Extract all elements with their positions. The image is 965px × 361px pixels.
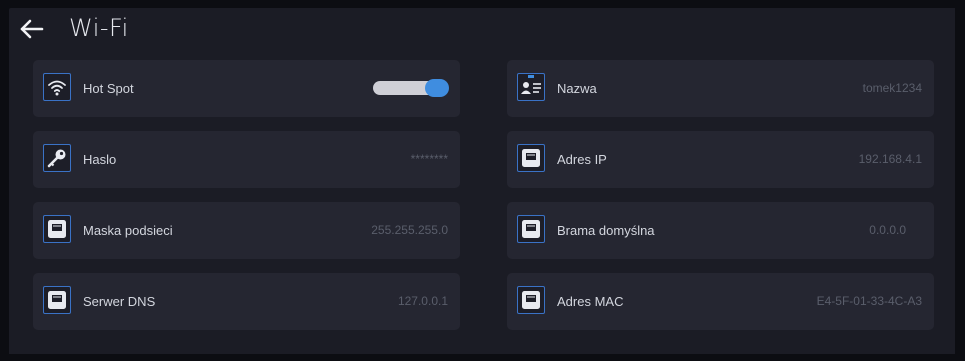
back-arrow-icon[interactable] bbox=[19, 16, 45, 42]
adres-mac-value: E4-5F-01-33-4C-A3 bbox=[816, 294, 922, 308]
hotspot-label: Hot Spot bbox=[83, 81, 134, 96]
nazwa-setting[interactable]: Nazwa tomek1234 bbox=[507, 60, 934, 117]
adres-mac-label: Adres MAC bbox=[557, 294, 624, 309]
serwer-dns-setting[interactable]: Serwer DNS 127.0.0.1 bbox=[33, 273, 460, 330]
maska-podsieci-label: Maska podsieci bbox=[83, 223, 173, 238]
adres-ip-label: Adres IP bbox=[557, 152, 607, 167]
key-icon bbox=[43, 144, 71, 172]
haslo-label: Haslo bbox=[83, 152, 117, 167]
nazwa-label: Nazwa bbox=[557, 81, 597, 96]
adres-ip-setting[interactable]: Adres IP 192.168.4.1 bbox=[507, 131, 934, 188]
ethernet-port-icon bbox=[517, 286, 545, 314]
serwer-dns-value: 127.0.0.1 bbox=[397, 294, 448, 308]
hotspot-setting[interactable]: Hot Spot bbox=[33, 60, 460, 117]
nazwa-value: tomek1234 bbox=[862, 81, 922, 95]
adres-mac-setting[interactable]: Adres MAC E4-5F-01-33-4C-A3 bbox=[507, 273, 934, 330]
ethernet-port-icon bbox=[43, 215, 71, 243]
ethernet-port-icon bbox=[43, 286, 71, 314]
ethernet-port-icon bbox=[517, 215, 545, 243]
hotspot-toggle[interactable] bbox=[373, 79, 449, 97]
ethernet-port-icon bbox=[517, 144, 545, 172]
brama-domyslna-setting[interactable]: Brama domyślna 0.0.0.0 bbox=[507, 202, 934, 259]
page-title: Wi-Fi bbox=[69, 14, 129, 42]
haslo-value: ******** bbox=[410, 152, 448, 166]
hotspot-toggle-knob bbox=[425, 79, 449, 97]
wifi-settings-screen: Wi-Fi Hot Spot Nazwa tomek1234 Haslo ***… bbox=[9, 8, 955, 354]
maska-podsieci-setting[interactable]: Maska podsieci 255.255.255.0 bbox=[33, 202, 460, 259]
id-card-icon bbox=[517, 73, 545, 101]
serwer-dns-label: Serwer DNS bbox=[83, 294, 156, 309]
brama-domyslna-value: 0.0.0.0 bbox=[869, 223, 906, 237]
wifi-icon bbox=[43, 73, 71, 101]
brama-domyslna-label: Brama domyślna bbox=[557, 223, 655, 238]
haslo-setting[interactable]: Haslo ******** bbox=[33, 131, 460, 188]
adres-ip-value: 192.168.4.1 bbox=[858, 152, 922, 166]
header-bar: Wi-Fi bbox=[9, 8, 955, 50]
maska-podsieci-value: 255.255.255.0 bbox=[371, 223, 448, 237]
